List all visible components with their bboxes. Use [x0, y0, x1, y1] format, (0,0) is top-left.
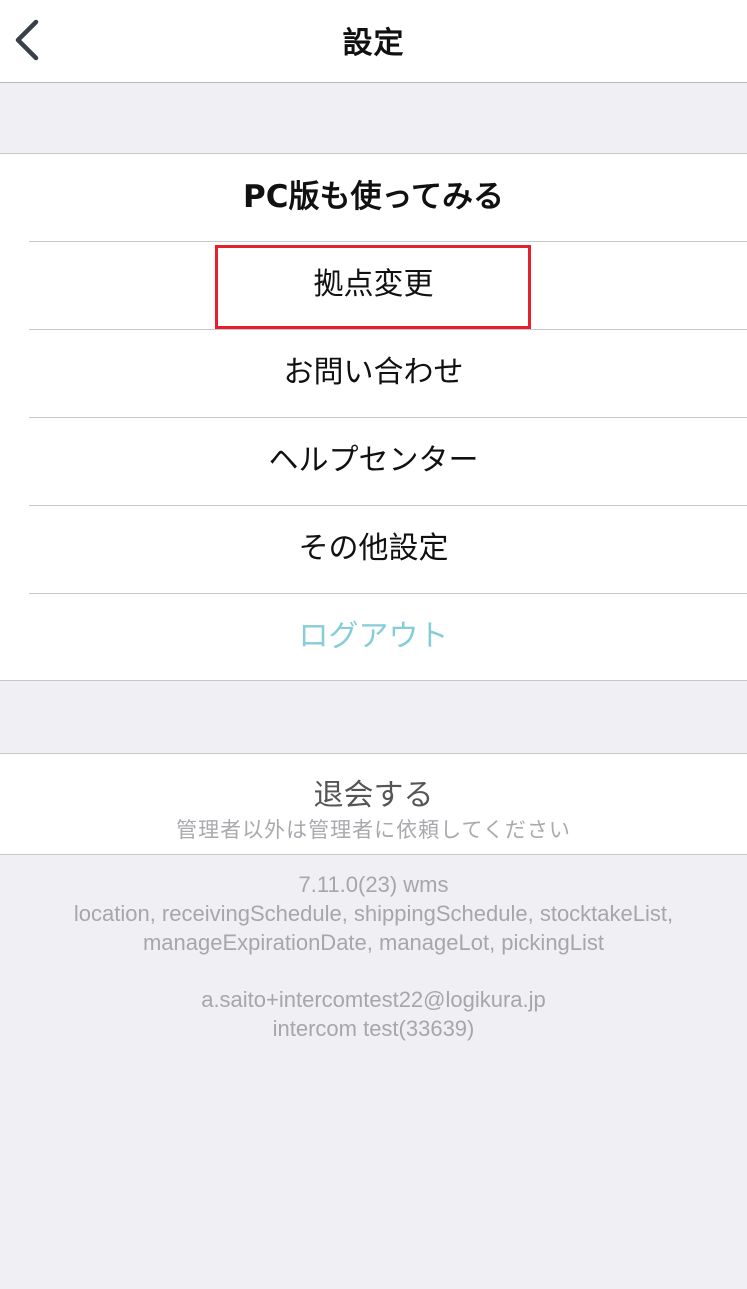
withdraw-note: 管理者以外は管理者に依頼してください — [176, 818, 571, 842]
menu-item-logout[interactable]: ログアウト — [0, 594, 747, 682]
feature-list-line-2: manageExpirationDate, manageLot, picking… — [142, 930, 605, 955]
account-email: a.saito+intercomtest22@logikura.jp — [201, 987, 546, 1012]
menu-item-contact[interactable]: お問い合わせ — [0, 330, 747, 418]
app-version: 7.11.0(23) wms — [298, 872, 449, 897]
withdraw-button[interactable]: 退会する 管理者以外は管理者に依頼してください — [0, 753, 747, 855]
withdraw-label: 退会する — [313, 778, 434, 813]
app-info: 7.11.0(23) wms location, receivingSchedu… — [0, 870, 747, 1043]
settings-menu: PC版も使ってみる 拠点変更 お問い合わせ ヘルプセンター その他設定 ログアウ… — [0, 153, 747, 681]
navigation-bar: 設定 — [0, 0, 747, 83]
menu-item-other-settings[interactable]: その他設定 — [0, 506, 747, 594]
account-name: intercom test(33639) — [272, 1016, 475, 1041]
menu-item-try-pc-version[interactable]: PC版も使ってみる — [0, 154, 747, 242]
menu-item-change-location[interactable]: 拠点変更 — [0, 242, 747, 330]
page-title: 設定 — [342, 26, 405, 61]
feature-list-line-1: location, receivingSchedule, shippingSch… — [73, 901, 674, 926]
menu-item-help-center[interactable]: ヘルプセンター — [0, 418, 747, 506]
